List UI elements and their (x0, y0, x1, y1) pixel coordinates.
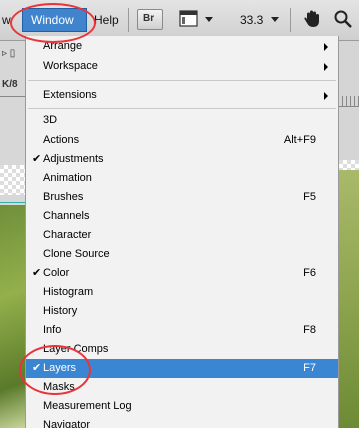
bridge-button[interactable]: Br (137, 9, 163, 30)
submenu-arrow-icon (324, 43, 328, 51)
menu-divider (28, 80, 336, 81)
submenu-arrow-icon (324, 92, 328, 100)
submenu-arrow-icon (324, 63, 328, 71)
screen-mode-chevron-down-icon[interactable] (205, 17, 213, 22)
menu-item-animation[interactable]: Animation (26, 169, 338, 188)
menu-item-navigator[interactable]: Navigator (26, 416, 338, 428)
screen-mode-icon[interactable] (179, 10, 199, 28)
menubar-separator (128, 8, 129, 32)
menu-item-info[interactable]: Info F8 (26, 321, 338, 340)
menu-item-3d[interactable]: 3D (26, 111, 338, 130)
menu-item-character[interactable]: Character (26, 226, 338, 245)
menu-item-color[interactable]: ✔ Color F6 (26, 264, 338, 283)
zoom-chevron-down-icon[interactable] (271, 17, 279, 22)
menu-divider (28, 108, 336, 109)
ruler-line (0, 96, 25, 97)
menu-item-measurement-log[interactable]: Measurement Log (26, 397, 338, 416)
menu-help[interactable]: Help (94, 13, 119, 27)
menu-item-adjustments[interactable]: ✔ Adjustments (26, 150, 338, 169)
shortcut-label: F6 (303, 267, 316, 279)
annotation-circle-window (10, 3, 96, 43)
zoom-icon[interactable] (333, 9, 353, 29)
menu-item-channels[interactable]: Channels (26, 207, 338, 226)
document-tab-fragment: K/8 (2, 79, 18, 90)
annotation-circle-layers (19, 345, 91, 395)
shortcut-label: F8 (303, 324, 316, 336)
menu-item-actions[interactable]: Actions Alt+F9 (26, 131, 338, 150)
guide-line (0, 202, 25, 203)
menu-item-extensions[interactable]: Extensions (26, 86, 338, 105)
checkmark-icon: ✔ (32, 153, 42, 165)
transparency-grid (0, 165, 25, 195)
ruler-right (339, 96, 359, 107)
menubar-separator (290, 8, 291, 32)
canvas-image-right (339, 170, 359, 428)
menu-item-workspace[interactable]: Workspace (26, 57, 338, 76)
hand-icon[interactable] (302, 9, 322, 29)
options-bar-fragment: ▹ ▯ (2, 48, 16, 59)
menu-item-brushes[interactable]: Brushes F5 (26, 188, 338, 207)
shortcut-label: F5 (303, 191, 316, 203)
shortcut-label: Alt+F9 (283, 134, 316, 146)
canvas-image-left (0, 205, 25, 428)
menu-item-clone-source[interactable]: Clone Source (26, 245, 338, 264)
shortcut-label: F7 (303, 362, 316, 374)
bridge-icon: Br (143, 13, 155, 24)
menu-item-histogram[interactable]: Histogram (26, 283, 338, 302)
menu-item-history[interactable]: History (26, 302, 338, 321)
zoom-level[interactable]: 33.3 (240, 13, 263, 27)
checkmark-icon: ✔ (32, 267, 42, 279)
